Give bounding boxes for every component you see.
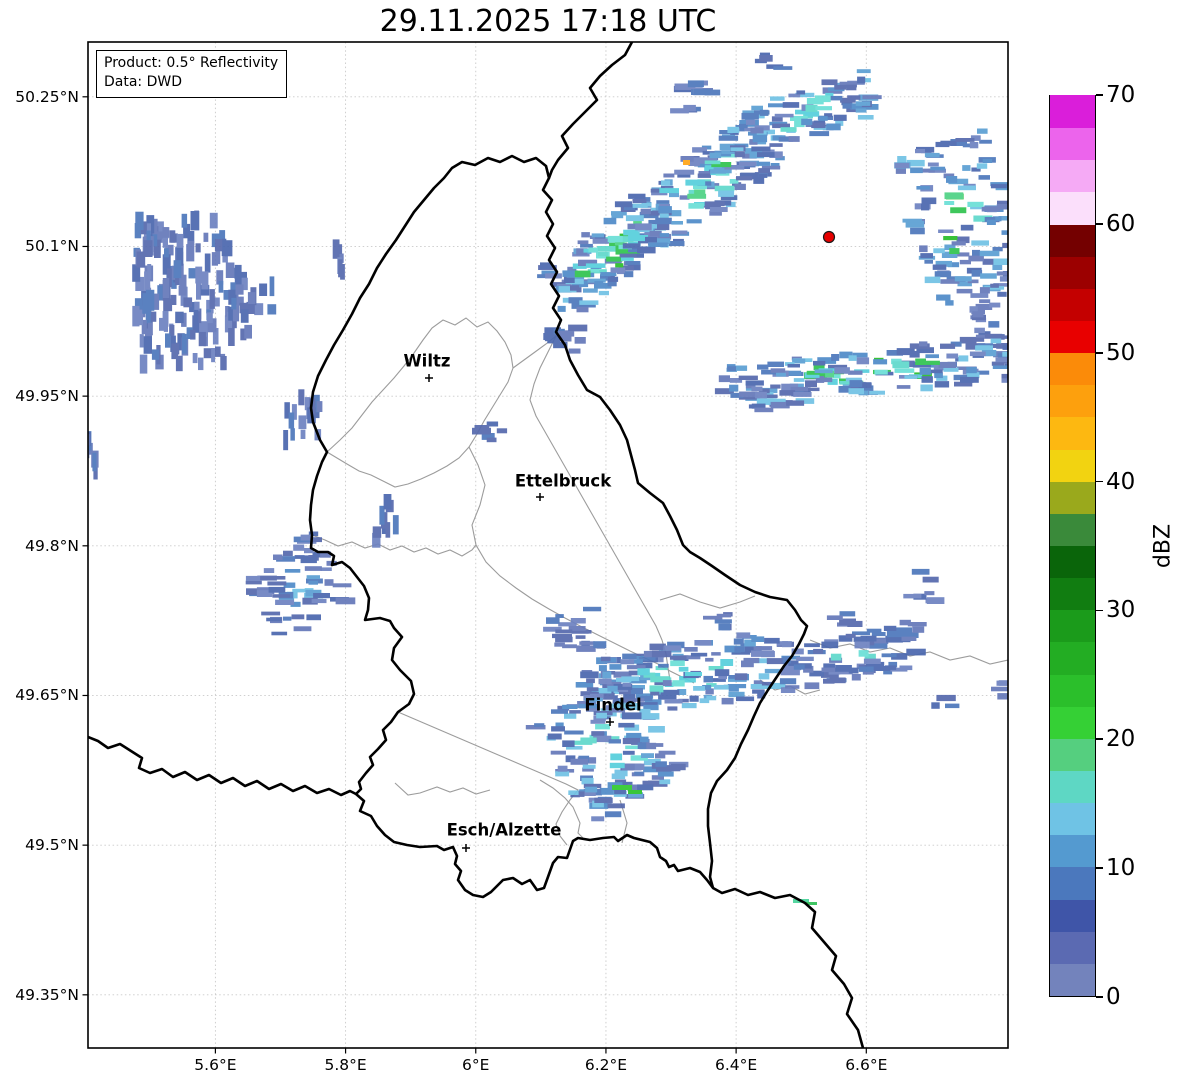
colorbar-tick-label: 0: [1106, 984, 1121, 1010]
city-label: Findel: [584, 696, 641, 715]
map-canvas: Wiltz Ettelbruck Findel Esch/Alzette: [82, 41, 1009, 1054]
colorbar-segment: [1050, 480, 1095, 514]
y-tick-label: 49.35°N: [15, 985, 79, 1004]
colorbar-segment: [1050, 576, 1095, 611]
product-line: Product: 0.5° Reflectivity: [104, 55, 279, 71]
colorbar-segment: [1050, 448, 1095, 482]
echo-accent: [683, 160, 690, 165]
city-label: Wiltz: [403, 352, 450, 371]
x-tick-label: 6°E: [462, 1056, 490, 1074]
colorbar-segment: [1050, 416, 1095, 450]
y-tick-label: 49.5°N: [25, 836, 79, 855]
colorbar-tick-mark: [1096, 480, 1103, 483]
colorbar-segment: [1050, 833, 1095, 868]
colorbar-segment: [1050, 512, 1095, 546]
colorbar-segment: [1050, 641, 1095, 675]
y-tick-label: 49.65°N: [15, 686, 79, 705]
colorbar-tick-label: 20: [1106, 726, 1136, 753]
colorbar-segment: [1050, 769, 1095, 804]
colorbar-tick-label: 10: [1106, 855, 1136, 882]
colorbar: [1049, 94, 1096, 997]
data-source-line: Data: DWD: [104, 74, 182, 91]
colorbar-segment: [1050, 705, 1095, 739]
colorbar-segment: [1050, 287, 1095, 321]
colorbar-segment: [1050, 898, 1095, 932]
colorbar-segment: [1050, 962, 1095, 996]
colorbar-segment: [1050, 158, 1095, 193]
y-tick-label: 49.8°N: [25, 536, 79, 555]
colorbar-segment: [1050, 866, 1095, 900]
colorbar-tick-mark: [1096, 996, 1103, 998]
colorbar-segment: [1050, 801, 1095, 836]
y-tick-label: 50.1°N: [25, 237, 79, 256]
colorbar-segment: [1050, 737, 1095, 771]
x-tick-label: 6.6°E: [845, 1056, 888, 1074]
x-tick-label: 5.6°E: [194, 1056, 237, 1074]
colorbar-segment: [1050, 255, 1095, 289]
colorbar-segment: [1050, 223, 1095, 257]
colorbar-tick-label: 30: [1106, 597, 1136, 624]
echo-accent: [628, 790, 642, 794]
echo-accent: [612, 785, 632, 790]
x-tick-label: 6.2°E: [584, 1056, 628, 1074]
colorbar-segment: [1050, 544, 1095, 579]
colorbar-tick-mark: [1096, 609, 1103, 612]
colorbar-segment: [1050, 673, 1095, 707]
y-tick-label: 50.25°N: [15, 87, 79, 106]
colorbar-tick-mark: [1096, 351, 1103, 354]
colorbar-segment: [1050, 383, 1095, 418]
colorbar-tick-mark: [1096, 738, 1103, 741]
y-tick-label: 49.95°N: [15, 387, 79, 406]
colorbar-tick-label: 70: [1106, 82, 1136, 108]
colorbar-segment: [1050, 608, 1095, 643]
colorbar-segment: [1050, 191, 1095, 225]
colorbar-axis-label: dBZ: [1150, 523, 1176, 569]
colorbar-segment: [1050, 319, 1095, 354]
colorbar-segment: [1050, 126, 1095, 161]
product-info-box: Product: 0.5° Reflectivity Data: DWD: [96, 50, 288, 98]
colorbar-tick-mark: [1096, 223, 1103, 225]
colorbar-segment: [1050, 351, 1095, 386]
colorbar-tick-mark: [1096, 94, 1103, 96]
colorbar-tick-label: 50: [1106, 339, 1136, 366]
radar-site-marker: [822, 230, 836, 244]
colorbar-tick-label: 60: [1106, 210, 1136, 237]
colorbar-tick-label: 40: [1106, 468, 1136, 495]
map-background: [88, 42, 1008, 1048]
colorbar-segment: [1050, 930, 1095, 964]
x-tick-label: 6.4°E: [715, 1056, 758, 1074]
city-label: Ettelbruck: [515, 472, 612, 491]
x-tick-label: 5.8°E: [324, 1056, 367, 1074]
city-label: Esch/Alzette: [447, 821, 562, 840]
radar-figure: 29.11.2025 17:18 UTC Wiltz Ettelbruck Find…: [0, 0, 1184, 1081]
colorbar-segment: [1050, 94, 1095, 129]
colorbar-tick-mark: [1096, 867, 1103, 869]
